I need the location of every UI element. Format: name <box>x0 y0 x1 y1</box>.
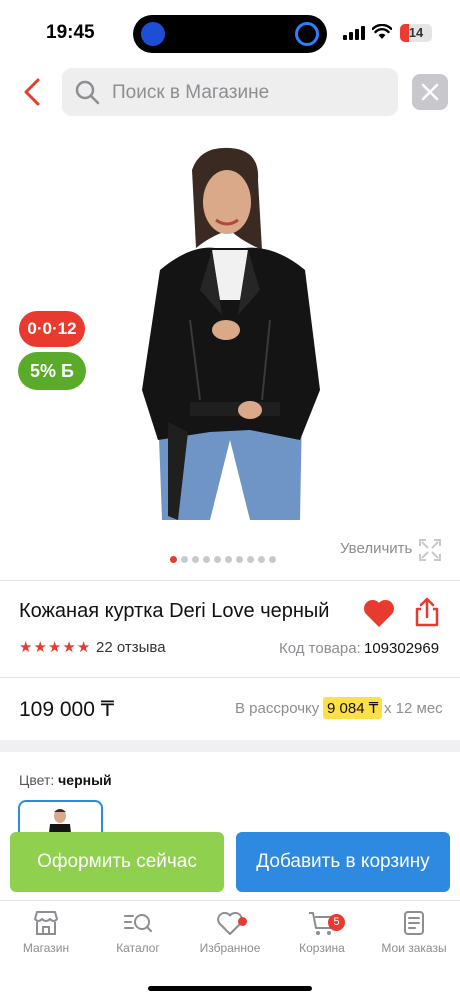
installment-label: В рассрочку <box>235 700 320 717</box>
status-time: 19:45 <box>46 22 95 43</box>
pagination-dot[interactable] <box>258 556 265 563</box>
search-placeholder: Поиск в Магазине <box>112 82 270 103</box>
back-chevron-icon[interactable] <box>20 76 46 108</box>
pagination-dot[interactable] <box>236 556 243 563</box>
tab-label: Избранное <box>199 941 261 955</box>
tab-cart[interactable]: 5 Корзина <box>276 909 368 969</box>
search-input[interactable]: Поиск в Магазине <box>62 68 398 116</box>
tab-label: Корзина <box>299 941 345 955</box>
rating-stars: ★ ★ ★ ★ ★ <box>19 639 90 657</box>
tab-catalog[interactable]: Каталог <box>92 909 184 969</box>
star-icon: ★ <box>47 639 62 656</box>
product-price: 109 000 ₸ <box>19 698 115 721</box>
sku-value: 109302969 <box>364 640 440 657</box>
bonus-badge: 5% Б <box>18 352 86 390</box>
installment-0-0-12-badge: 0·0·12 <box>19 311 85 347</box>
add-to-cart-button[interactable]: Добавить в корзину <box>236 832 450 892</box>
tab-store[interactable]: Магазин <box>0 909 92 969</box>
color-selector-label: Цвет: черный <box>19 772 112 788</box>
tab-label: Мои заказы <box>381 941 447 955</box>
pagination-dot[interactable] <box>192 556 199 563</box>
tab-label: Магазин <box>22 941 70 955</box>
tab-my-orders[interactable]: Мои заказы <box>368 909 460 969</box>
expand-icon[interactable] <box>418 538 442 562</box>
divider <box>0 677 460 678</box>
product-image[interactable] <box>130 140 330 520</box>
installment-term: х 12 мес <box>384 700 443 717</box>
home-indicator <box>148 986 312 991</box>
pagination-dot[interactable] <box>203 556 210 563</box>
catalog-search-icon <box>124 914 152 932</box>
pagination-dot[interactable] <box>225 556 232 563</box>
star-icon: ★ <box>76 639 91 656</box>
status-bar: 19:45 14 <box>0 0 460 62</box>
image-pagination <box>170 556 276 564</box>
star-icon: ★ <box>33 639 47 656</box>
color-value: черный <box>58 772 112 788</box>
dynamic-island <box>133 15 327 53</box>
installment-amount: 9 084 ₸ <box>323 697 383 719</box>
divider <box>0 580 460 581</box>
pagination-dot[interactable] <box>269 556 276 563</box>
zoom-label[interactable]: Увеличить <box>340 540 412 557</box>
sku-label: Код товара: <box>279 640 361 657</box>
reviews-link[interactable]: 22 отзыва <box>96 639 166 656</box>
star-icon: ★ <box>62 639 76 656</box>
tab-label: Каталог <box>116 941 160 955</box>
section-separator <box>0 740 460 752</box>
favorites-notification-dot <box>238 917 247 926</box>
store-icon <box>34 911 58 935</box>
pagination-dot[interactable] <box>181 556 188 563</box>
pagination-dot[interactable] <box>214 556 221 563</box>
pagination-dot[interactable] <box>170 556 177 563</box>
close-icon <box>421 83 439 101</box>
product-title: Кожаная куртка Deri Love черный <box>19 600 330 622</box>
battery-indicator: 14 <box>400 24 432 42</box>
tab-favorites[interactable]: Избранное <box>184 909 276 969</box>
share-icon[interactable] <box>413 596 441 628</box>
cellular-signal-icon <box>343 26 365 40</box>
color-label: Цвет: <box>19 772 55 788</box>
star-icon: ★ <box>19 639 33 656</box>
favorite-heart-icon[interactable] <box>362 597 396 629</box>
battery-level: 14 <box>408 25 424 40</box>
bottom-tab-bar: Магазин Каталог Избранное 5 Корзина Мои … <box>0 900 460 1000</box>
orders-icon <box>404 911 424 935</box>
search-icon <box>75 80 100 105</box>
pagination-dot[interactable] <box>247 556 254 563</box>
checkout-now-button[interactable]: Оформить сейчас <box>10 832 224 892</box>
wifi-icon <box>372 24 392 39</box>
close-button[interactable] <box>412 74 448 110</box>
cart-count-badge: 5 <box>328 914 345 931</box>
progress-ring-icon <box>295 22 319 46</box>
airdrop-activity-icon <box>141 22 165 46</box>
